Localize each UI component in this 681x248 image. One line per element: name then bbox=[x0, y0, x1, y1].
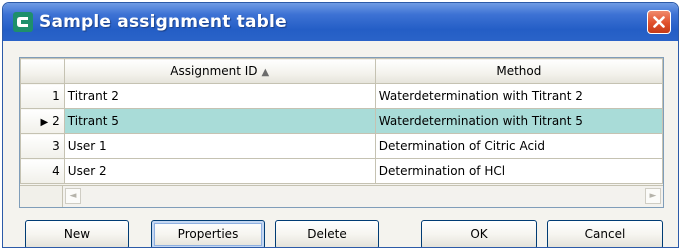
sort-ascending-icon: ▲ bbox=[261, 67, 270, 78]
cell-method[interactable]: Determination of HCl bbox=[374, 158, 664, 184]
scroll-left-icon[interactable]: ◄ bbox=[65, 188, 81, 204]
row-number: 4 bbox=[52, 164, 60, 178]
column-header-label: Assignment ID bbox=[170, 64, 258, 78]
scroll-right-icon[interactable]: ► bbox=[645, 188, 661, 204]
properties-button[interactable]: Properties bbox=[151, 220, 265, 247]
row-number: 3 bbox=[52, 139, 60, 153]
window-title: Sample assignment table bbox=[39, 12, 287, 32]
corner-header bbox=[20, 58, 65, 84]
grid: Assignment ID ▲ Method 1 Titrant 2 Waterd… bbox=[20, 58, 664, 184]
column-header-method[interactable]: Method bbox=[374, 58, 664, 84]
delete-button[interactable]: Delete bbox=[275, 220, 379, 247]
column-header-assignment-id[interactable]: Assignment ID ▲ bbox=[63, 58, 376, 84]
assignment-table: Assignment ID ▲ Method 1 Titrant 2 Waterd… bbox=[19, 57, 664, 208]
table-row[interactable]: 1 Titrant 2 Waterdetermination with Titr… bbox=[20, 83, 664, 109]
close-icon bbox=[653, 16, 665, 28]
row-header[interactable]: ▶ 2 bbox=[20, 108, 65, 134]
cell-assignment-id[interactable]: User 1 bbox=[63, 133, 376, 159]
row-header[interactable]: 3 bbox=[20, 133, 65, 159]
cancel-button[interactable]: Cancel bbox=[547, 220, 663, 247]
row-number: 2 bbox=[52, 114, 60, 128]
column-header-label: Method bbox=[496, 64, 542, 78]
ok-button[interactable]: OK bbox=[421, 220, 537, 247]
dialog-window: Sample assignment table Assignment ID▲ bbox=[2, 2, 679, 248]
cell-method[interactable]: Determination of Citric Acid bbox=[374, 133, 664, 159]
scroll-corner bbox=[20, 185, 63, 207]
row-header[interactable]: 4 bbox=[20, 158, 65, 184]
current-row-arrow-icon: ▶ bbox=[40, 117, 49, 128]
app-icon bbox=[13, 12, 33, 32]
cell-assignment-id[interactable]: Titrant 5 bbox=[63, 108, 376, 134]
cell-method[interactable]: Waterdetermination with Titrant 2 bbox=[374, 83, 664, 109]
table-row[interactable]: 4 User 2 Determination of HCl bbox=[20, 158, 664, 184]
row-header[interactable]: 1 bbox=[20, 83, 65, 109]
cell-assignment-id[interactable]: User 2 bbox=[63, 158, 376, 184]
table-row-selected[interactable]: ▶ 2 Titrant 5 Waterdetermination with Tit… bbox=[20, 108, 664, 134]
cell-method[interactable]: Waterdetermination with Titrant 5 bbox=[374, 108, 664, 134]
title-bar[interactable]: Sample assignment table bbox=[3, 3, 678, 41]
row-number: 1 bbox=[52, 89, 60, 103]
close-button[interactable] bbox=[647, 10, 671, 34]
horizontal-scrollbar[interactable]: ◄ ► bbox=[63, 185, 663, 207]
cell-assignment-id[interactable]: Titrant 2 bbox=[63, 83, 376, 109]
table-row[interactable]: 3 User 1 Determination of Citric Acid bbox=[20, 133, 664, 159]
new-button[interactable]: New bbox=[25, 220, 129, 247]
